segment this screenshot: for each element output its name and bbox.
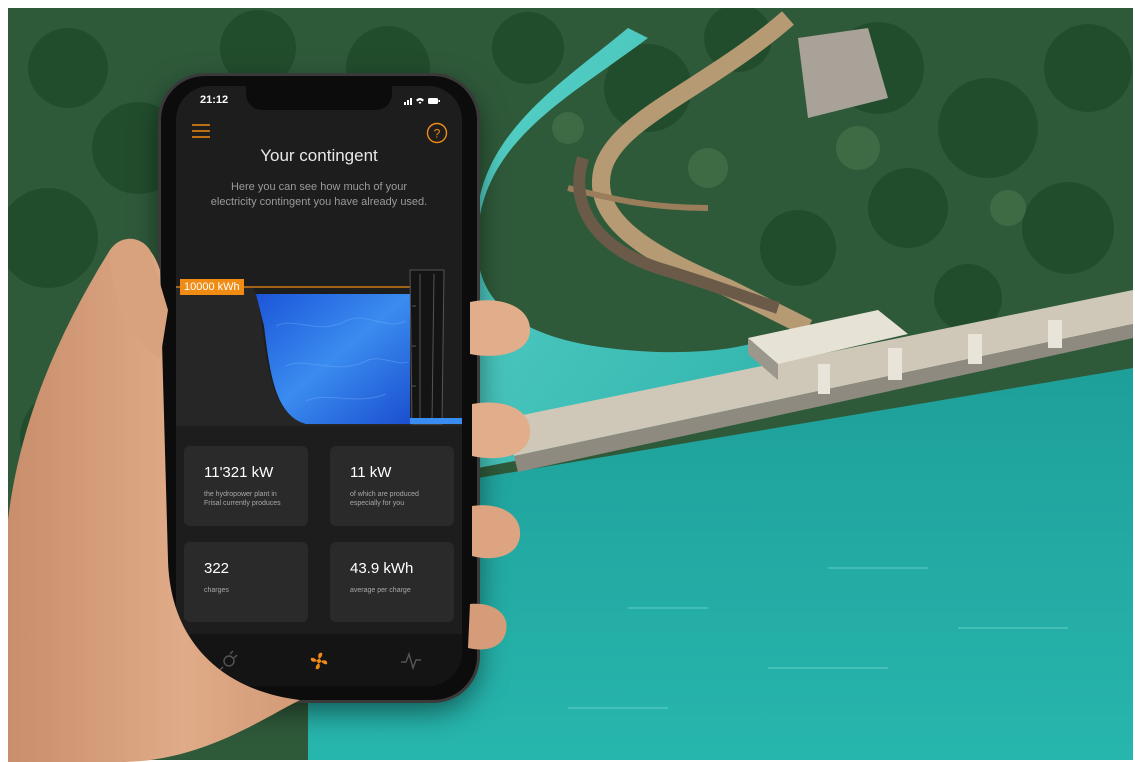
hand-illustration	[8, 238, 531, 762]
